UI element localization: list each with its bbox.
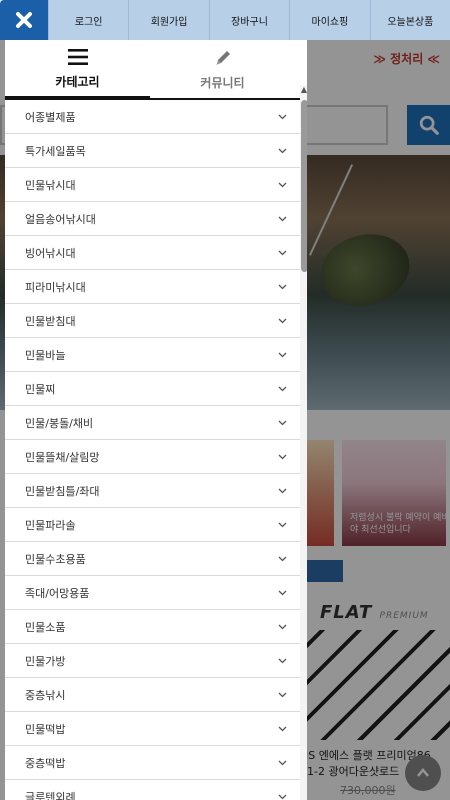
category-drawer: 카테고리 커뮤니티 어종별제품 특가세일품목 민물낚시대 얼음송어낚시대 빙어낚…	[5, 40, 307, 800]
category-item[interactable]: 민물받침틀/좌대	[5, 474, 307, 508]
hamburger-icon	[67, 46, 89, 68]
category-label: 민물받침대	[25, 314, 76, 328]
category-list: 어종별제품 특가세일품목 민물낚시대 얼음송어낚시대 빙어낚시대 피라미낚시대 …	[5, 100, 307, 800]
category-label: 특가세일품목	[25, 144, 86, 158]
category-label: 민물떡밥	[25, 722, 66, 736]
close-x-icon	[16, 12, 32, 28]
category-label: 민물낚시대	[25, 178, 76, 192]
category-label: 중층낚시	[25, 688, 66, 702]
category-item[interactable]: 민물파라솔	[5, 508, 307, 542]
category-item[interactable]: 얼음송어낚시대	[5, 202, 307, 236]
category-item[interactable]: 민물/봉돌/채비	[5, 406, 307, 440]
category-label: 민물바늘	[25, 348, 66, 362]
category-item[interactable]: 빙어낚시대	[5, 236, 307, 270]
nav-my-shopping[interactable]: 마이쇼핑	[289, 0, 370, 40]
chevron-down-icon[interactable]	[277, 554, 287, 564]
nav-signup[interactable]: 회원가입	[128, 0, 209, 40]
tab-community[interactable]: 커뮤니티	[150, 40, 295, 98]
chevron-down-icon[interactable]	[277, 486, 287, 496]
category-label: 민물소품	[25, 620, 66, 634]
chevron-down-icon[interactable]	[277, 588, 287, 598]
category-label: 중층떡밥	[25, 756, 66, 770]
category-item[interactable]: 민물수초용품	[5, 542, 307, 576]
chevron-down-icon[interactable]	[277, 622, 287, 632]
category-label: 민물/봉돌/채비	[25, 416, 94, 430]
category-item[interactable]: 특가세일품목	[5, 134, 307, 168]
chevron-down-icon[interactable]	[277, 418, 287, 428]
category-item[interactable]: 어종별제품	[5, 100, 307, 134]
category-label: 민물뜰채/살림망	[25, 450, 100, 464]
drawer-tabs: 카테고리 커뮤니티	[5, 40, 307, 100]
chevron-down-icon[interactable]	[277, 452, 287, 462]
close-button[interactable]	[0, 0, 48, 40]
category-label: 족대/어망용품	[25, 586, 90, 600]
nav-recent-viewed[interactable]: 오늘본상품	[369, 0, 450, 40]
chevron-down-icon[interactable]	[277, 792, 287, 800]
tab-category-label: 카테고리	[55, 75, 100, 89]
category-label: 민물찌	[25, 382, 56, 396]
category-item[interactable]: 피라미낚시대	[5, 270, 307, 304]
chevron-down-icon[interactable]	[277, 384, 287, 394]
category-item[interactable]: 민물뜰채/살림망	[5, 440, 307, 474]
chevron-down-icon[interactable]	[277, 282, 287, 292]
chevron-down-icon[interactable]	[277, 146, 287, 156]
tab-community-label: 커뮤니티	[200, 76, 245, 90]
category-item[interactable]: 민물가방	[5, 644, 307, 678]
category-label: 글루텐외례	[25, 790, 76, 800]
category-label: 어종별제품	[25, 110, 76, 124]
nav-cart[interactable]: 장바구니	[208, 0, 290, 40]
chevron-down-icon[interactable]	[277, 180, 287, 190]
category-label: 빙어낚시대	[25, 246, 76, 260]
category-item[interactable]: 민물받침대	[5, 304, 307, 338]
category-label: 민물파라솔	[25, 518, 76, 532]
drawer-top-bar: 로그인 회원가입 장바구니 마이쇼핑 오늘본상품	[0, 0, 450, 40]
tab-category[interactable]: 카테고리	[5, 40, 150, 98]
category-item[interactable]: 글루텐외례	[5, 780, 307, 800]
category-item[interactable]: 민물소품	[5, 610, 307, 644]
chevron-down-icon[interactable]	[277, 520, 287, 530]
chevron-down-icon[interactable]	[277, 316, 287, 326]
category-item[interactable]: 민물찌	[5, 372, 307, 406]
drawer-scrollbar-thumb[interactable]	[301, 100, 307, 272]
category-item[interactable]: 중층낚시	[5, 678, 307, 712]
category-item[interactable]: 족대/어망용품	[5, 576, 307, 610]
category-label: 얼음송어낚시대	[25, 212, 96, 226]
nav-login[interactable]: 로그인	[48, 0, 129, 40]
category-label: 민물수초용품	[25, 552, 86, 566]
chevron-down-icon[interactable]	[277, 690, 287, 700]
category-item[interactable]: 민물낚시대	[5, 168, 307, 202]
scroll-up-arrow-icon[interactable]: ▲	[300, 85, 307, 95]
chevron-down-icon[interactable]	[277, 724, 287, 734]
category-item[interactable]: 민물바늘	[5, 338, 307, 372]
chevron-down-icon[interactable]	[277, 350, 287, 360]
category-label: 민물가방	[25, 654, 66, 668]
category-label: 민물받침틀/좌대	[25, 484, 100, 498]
chevron-down-icon[interactable]	[277, 248, 287, 258]
top-nav: 로그인 회원가입 장바구니 마이쇼핑 오늘본상품	[48, 0, 450, 40]
category-item[interactable]: 중층떡밥	[5, 746, 307, 780]
pencil-icon	[213, 47, 233, 69]
chevron-down-icon[interactable]	[277, 214, 287, 224]
chevron-down-icon[interactable]	[277, 112, 287, 122]
chevron-down-icon[interactable]	[277, 758, 287, 768]
chevron-down-icon[interactable]	[277, 656, 287, 666]
category-label: 피라미낚시대	[25, 280, 86, 294]
category-item[interactable]: 민물떡밥	[5, 712, 307, 746]
